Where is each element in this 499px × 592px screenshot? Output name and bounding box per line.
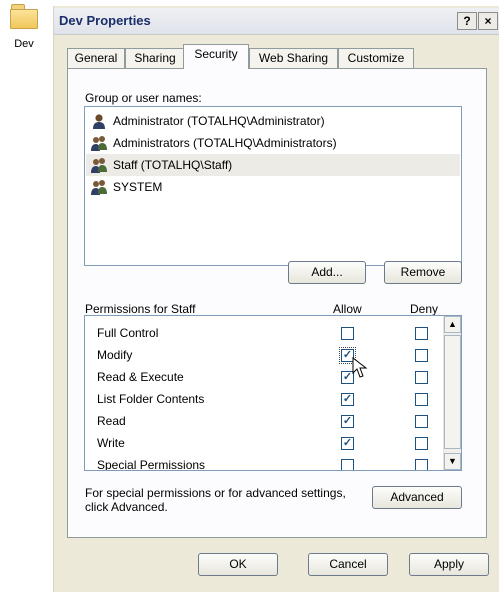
desktop-folder-dev[interactable]: Dev [4,4,44,50]
tab-web-sharing[interactable]: Web Sharing [249,48,338,68]
permission-name: List Folder Contents [97,392,205,406]
group-label: Group or user names: [85,91,202,105]
user-row-administrator[interactable]: Administrator (TOTALHQ\Administrator) [86,110,460,132]
deny-header: Deny [410,302,439,316]
deny-checkbox[interactable] [415,393,428,406]
tab-security[interactable]: Security [183,44,249,69]
group-icon [91,136,107,151]
allow-checkbox[interactable] [341,459,354,470]
folder-icon [10,4,38,29]
help-button[interactable]: ? [457,12,477,30]
permission-name: Modify [97,348,133,362]
deny-checkbox[interactable] [415,459,428,470]
security-panel: Group or user names: Administrator (TOTA… [67,68,487,538]
properties-window: Dev Properties ? × General Sharing Secur… [53,6,499,592]
user-name: Administrator (TOTALHQ\Administrator) [113,114,325,128]
permissions-label: Permissions for Staff [85,302,196,316]
apply-button[interactable]: Apply [409,553,489,576]
tab-general[interactable]: General [67,48,125,68]
mouse-cursor-icon [352,357,368,378]
user-row-system[interactable]: SYSTEM [86,176,460,198]
deny-checkbox[interactable] [415,371,428,384]
scroll-up-icon[interactable]: ▲ [444,316,461,333]
allow-checkbox[interactable] [341,327,354,340]
permission-name: Full Control [97,326,159,340]
title-bar[interactable]: Dev Properties ? × [54,8,499,35]
advanced-note: For special permissions or for advanced … [85,486,346,514]
deny-checkbox[interactable] [415,437,428,450]
desktop-icon-label: Dev [14,38,34,50]
allow-checkbox[interactable]: ✓ [341,437,354,450]
permission-row: Write ✓ [85,432,443,454]
user-list[interactable]: Administrator (TOTALHQ\Administrator) Ad… [84,106,462,266]
add-button[interactable]: Add... [288,261,366,284]
allow-header: Allow [333,302,362,316]
user-name: Staff (TOTALHQ\Staff) [113,158,233,172]
user-row-staff[interactable]: Staff (TOTALHQ\Staff) [86,154,460,176]
deny-checkbox[interactable] [415,349,428,362]
ok-button[interactable]: OK [198,553,278,576]
close-button[interactable]: × [478,12,498,30]
user-icon [93,114,105,129]
permission-row: List Folder Contents ✓ [85,388,443,410]
window-title: Dev Properties [59,13,151,28]
deny-checkbox[interactable] [415,327,428,340]
user-row-administrators[interactable]: Administrators (TOTALHQ\Administrators) [86,132,460,154]
permission-row: Read ✓ [85,410,443,432]
tab-customize[interactable]: Customize [338,48,414,68]
remove-button[interactable]: Remove [384,261,462,284]
permission-row: Special Permissions [85,454,443,471]
permission-row: Read & Execute ✓ [85,366,443,388]
permission-name: Read & Execute [97,370,184,384]
group-icon [91,180,107,195]
advanced-button[interactable]: Advanced [372,486,462,509]
user-name: SYSTEM [113,180,163,194]
permission-name: Special Permissions [97,458,206,471]
allow-checkbox[interactable]: ✓ [341,415,354,428]
group-icon [91,158,107,173]
permission-row: Full Control [85,322,443,344]
allow-checkbox[interactable]: ✓ [341,393,354,406]
permission-name: Write [97,436,125,450]
permission-name: Read [97,414,126,428]
scroll-down-icon[interactable]: ▼ [444,453,461,470]
permissions-list[interactable]: Full Control Modify ✓ Read & Execute ✓ L… [84,315,462,471]
user-name: Administrators (TOTALHQ\Administrators) [113,136,337,150]
tab-sharing[interactable]: Sharing [125,48,185,68]
vertical-scrollbar[interactable]: ▲ ▼ [443,316,461,470]
cancel-button[interactable]: Cancel [308,553,388,576]
permission-row: Modify ✓ [85,344,443,366]
scroll-thumb[interactable] [444,335,461,449]
deny-checkbox[interactable] [415,415,428,428]
